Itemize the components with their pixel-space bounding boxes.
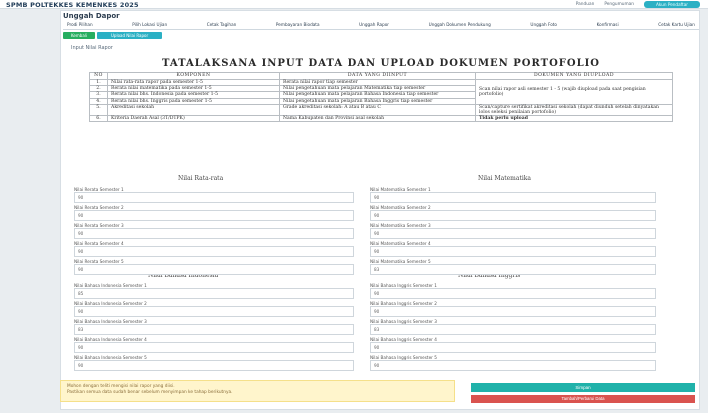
form-field-matematika-1: Nilai Matematika Semester 1 90	[370, 187, 656, 203]
tab-unggah-dokumen[interactable]: Unggah Dokumen Pendukung	[429, 22, 491, 27]
tab-prodi-pilihan[interactable]: Prodi Pilihan	[67, 22, 93, 27]
inggris-semester-3-input[interactable]: 83	[370, 324, 656, 335]
inggris-semester-4-input[interactable]: 90	[370, 342, 656, 353]
tab-lokasi-ujian[interactable]: Pilih Lokasi Ujian	[132, 22, 167, 27]
cell-data: Nama Kabupaten dan Provinsi asal sekolah	[279, 115, 476, 123]
rerata-semester-5-input[interactable]: 90	[74, 264, 354, 275]
rata-rata-title: Nilai Rata-rata	[178, 175, 224, 182]
cell-dokumen: Scan/capture sertifikat akreditasi sekol…	[475, 103, 673, 117]
cell-data: Grade akreditasi sekolah: A atau B atau …	[279, 103, 476, 117]
page-title: Unggah Dapor	[63, 12, 120, 20]
top-navbar: SPMB POLTEKKES KEMENKES 2025 Panduan Pen…	[0, 0, 708, 9]
cell-no: 5.	[89, 103, 108, 117]
instructions-title: TATALAKSANA INPUT DATA DAN UPLOAD DOKUME…	[161, 58, 601, 69]
form-field-inggris-5: Nilai Bahasa Inggris Semester 5 90	[370, 355, 656, 371]
back-button[interactable]: Kembali	[63, 32, 95, 39]
matematika-semester-1-input[interactable]: 90	[370, 192, 656, 203]
matematika-semester-3-input[interactable]: 90	[370, 228, 656, 239]
instructions-table: NO KOMPONEN DATA YANG DIINPUT DOKUMEN YA…	[89, 72, 673, 123]
tab-cetak-kartu[interactable]: Cetak Kartu Ujian	[658, 22, 695, 27]
form-field-matematika-5: Nilai Matematika Semester 5 83	[370, 259, 656, 275]
tab-konfirmasi[interactable]: Konfirmasi	[597, 22, 619, 27]
update-data-button[interactable]: Tambah/Perbarui Data	[471, 395, 695, 403]
matematika-semester-2-input[interactable]: 90	[370, 210, 656, 221]
table-header-row: NO KOMPONEN DATA YANG DIINPUT DOKUMEN YA…	[89, 72, 673, 80]
form-field-indonesia-5: Nilai Bahasa Indonesia Semester 5 90	[74, 355, 354, 371]
header-data: DATA YANG DIINPUT	[279, 72, 476, 80]
matematika-title: Nilai Matematika	[478, 175, 531, 182]
form-field-indonesia-4: Nilai Bahasa Indonesia Semester 4 90	[74, 337, 354, 353]
table-row: 5. Akreditasi sekolah Grade akreditasi s…	[89, 103, 673, 117]
indonesia-semester-1-input[interactable]: 85	[74, 288, 354, 299]
form-field-matematika-3: Nilai Matematika Semester 3 90	[370, 223, 656, 239]
header-komponen: KOMPONEN	[107, 72, 280, 80]
form-field-indonesia-2: Nilai Bahasa Indonesia Semester 2 90	[74, 301, 354, 317]
header-dokumen: DOKUMEN YANG DIUPLOAD	[475, 72, 673, 80]
nav-link-panduan[interactable]: Panduan	[576, 2, 595, 7]
cell-dokumen: Scan nilai rapor asli semester 1 - 5 (wa…	[475, 79, 673, 105]
sub-tabs: Kembali Upload Nilai Rapor	[63, 32, 163, 39]
form-field-indonesia-3: Nilai Bahasa Indonesia Semester 3 83	[74, 319, 354, 335]
rerata-semester-4-input[interactable]: 90	[74, 246, 354, 257]
form-field-inggris-3: Nilai Bahasa Inggris Semester 3 83	[370, 319, 656, 335]
cell-komponen: Akreditasi sekolah	[107, 103, 280, 117]
indonesia-semester-5-input[interactable]: 90	[74, 360, 354, 371]
indonesia-semester-3-input[interactable]: 83	[74, 324, 354, 335]
warning-alert: Mohon dengan teliti mengisi nilai rapor …	[60, 380, 455, 402]
form-field-indonesia-1: Nilai Bahasa Indonesia Semester 1 85	[74, 283, 354, 299]
form-field-matematika-4: Nilai Matematika Semester 4 90	[370, 241, 656, 257]
form-field-rerata-3: Nilai Rerata Semester 3 90	[74, 223, 354, 239]
cell-komponen: Kriteria Daerah Asal (3T/DTPK)	[107, 115, 280, 123]
save-button[interactable]: Simpan	[471, 383, 695, 392]
cell-no: 6.	[89, 115, 108, 123]
form-field-rerata-5: Nilai Rerata Semester 5 90	[74, 259, 354, 275]
form-field-inggris-2: Nilai Bahasa Inggris Semester 2 90	[370, 301, 656, 317]
header-no: NO	[89, 72, 108, 80]
form-field-inggris-4: Nilai Bahasa Inggris Semester 4 90	[370, 337, 656, 353]
inggris-semester-2-input[interactable]: 90	[370, 306, 656, 317]
brand-title: SPMB POLTEKKES KEMENKES 2025	[6, 1, 139, 9]
alert-line-2: Pastikan semua data sudah benar sebelum …	[67, 390, 233, 395]
user-menu-button[interactable]: Akun Pendaftar	[644, 1, 700, 8]
step-tabs: Prodi Pilihan Pilih Lokasi Ujian Cetak T…	[63, 22, 699, 30]
top-nav-links: Panduan Pengumuman Akun Pendaftar	[576, 1, 700, 8]
tab-cetak-tagihan[interactable]: Cetak Tagihan	[207, 22, 237, 27]
form-field-rerata-1: Nilai Rerata Semester 1 90	[74, 187, 354, 203]
inggris-semester-5-input[interactable]: 90	[370, 360, 656, 371]
rerata-semester-2-input[interactable]: 90	[74, 210, 354, 221]
form-field-rerata-4: Nilai Rerata Semester 4 90	[74, 241, 354, 257]
upload-rapor-button[interactable]: Upload Nilai Rapor	[97, 32, 163, 39]
section-caption: Input Nilai Rapor	[71, 45, 113, 51]
tab-pembayaran-biodata[interactable]: Pembayaran Biodata	[276, 22, 320, 27]
form-field-rerata-2: Nilai Rerata Semester 2 90	[74, 205, 354, 221]
rerata-semester-1-input[interactable]: 90	[74, 192, 354, 203]
indonesia-semester-2-input[interactable]: 90	[74, 306, 354, 317]
tab-unggah-rapor[interactable]: Unggah Rapor	[359, 22, 389, 27]
tab-unggah-foto[interactable]: Unggah Foto	[530, 22, 557, 27]
inggris-semester-1-input[interactable]: 90	[370, 288, 656, 299]
indonesia-semester-4-input[interactable]: 90	[74, 342, 354, 353]
matematika-semester-4-input[interactable]: 90	[370, 246, 656, 257]
form-field-inggris-1: Nilai Bahasa Inggris Semester 1 90	[370, 283, 656, 299]
cell-dokumen: Tidak perlu upload	[475, 115, 673, 123]
table-row: 6. Kriteria Daerah Asal (3T/DTPK) Nama K…	[89, 115, 673, 123]
matematika-semester-5-input[interactable]: 83	[370, 264, 656, 275]
form-field-matematika-2: Nilai Matematika Semester 2 90	[370, 205, 656, 221]
nav-link-pengumuman[interactable]: Pengumuman	[604, 2, 634, 7]
rerata-semester-3-input[interactable]: 90	[74, 228, 354, 239]
